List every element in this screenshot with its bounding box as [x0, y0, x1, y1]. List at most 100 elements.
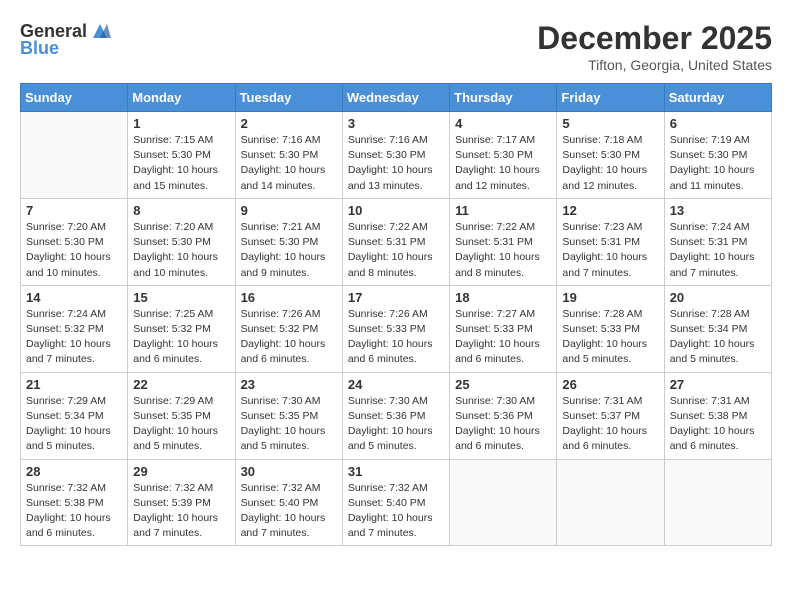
day-info: Sunrise: 7:22 AMSunset: 5:31 PMDaylight:… — [455, 220, 551, 281]
calendar-cell: 26 Sunrise: 7:31 AMSunset: 5:37 PMDayligh… — [557, 372, 664, 459]
day-info: Sunrise: 7:32 AMSunset: 5:40 PMDaylight:… — [348, 481, 444, 542]
day-info: Sunrise: 7:16 AMSunset: 5:30 PMDaylight:… — [348, 133, 444, 194]
logo: General Blue — [20, 20, 111, 59]
day-number: 25 — [455, 377, 551, 392]
day-number: 5 — [562, 116, 658, 131]
day-info: Sunrise: 7:21 AMSunset: 5:30 PMDaylight:… — [241, 220, 337, 281]
calendar-cell: 5 Sunrise: 7:18 AMSunset: 5:30 PMDaylight… — [557, 112, 664, 199]
day-number: 19 — [562, 290, 658, 305]
day-info: Sunrise: 7:30 AMSunset: 5:35 PMDaylight:… — [241, 394, 337, 455]
day-number: 30 — [241, 464, 337, 479]
calendar-cell: 19 Sunrise: 7:28 AMSunset: 5:33 PMDayligh… — [557, 285, 664, 372]
day-number: 3 — [348, 116, 444, 131]
day-info: Sunrise: 7:23 AMSunset: 5:31 PMDaylight:… — [562, 220, 658, 281]
week-row-2: 7 Sunrise: 7:20 AMSunset: 5:30 PMDaylight… — [21, 198, 772, 285]
day-number: 15 — [133, 290, 229, 305]
day-info: Sunrise: 7:16 AMSunset: 5:30 PMDaylight:… — [241, 133, 337, 194]
day-info: Sunrise: 7:17 AMSunset: 5:30 PMDaylight:… — [455, 133, 551, 194]
calendar-cell — [557, 459, 664, 546]
calendar-cell: 3 Sunrise: 7:16 AMSunset: 5:30 PMDaylight… — [342, 112, 449, 199]
week-row-5: 28Sunrise: 7:32 AMSunset: 5:38 PMDayligh… — [21, 459, 772, 546]
week-row-3: 14Sunrise: 7:24 AMSunset: 5:32 PMDayligh… — [21, 285, 772, 372]
day-info: Sunrise: 7:32 AMSunset: 5:40 PMDaylight:… — [241, 481, 337, 542]
day-number: 22 — [133, 377, 229, 392]
calendar-cell: 7 Sunrise: 7:20 AMSunset: 5:30 PMDaylight… — [21, 198, 128, 285]
calendar-cell: 29Sunrise: 7:32 AMSunset: 5:39 PMDayligh… — [128, 459, 235, 546]
day-number: 12 — [562, 203, 658, 218]
logo-icon — [89, 20, 111, 42]
day-info: Sunrise: 7:31 AMSunset: 5:37 PMDaylight:… — [562, 394, 658, 455]
day-info: Sunrise: 7:29 AMSunset: 5:34 PMDaylight:… — [26, 394, 122, 455]
day-number: 7 — [26, 203, 122, 218]
day-info: Sunrise: 7:20 AMSunset: 5:30 PMDaylight:… — [26, 220, 122, 281]
weekday-header-sunday: Sunday — [21, 84, 128, 112]
day-info: Sunrise: 7:30 AMSunset: 5:36 PMDaylight:… — [455, 394, 551, 455]
day-number: 1 — [133, 116, 229, 131]
calendar-cell: 30 Sunrise: 7:32 AMSunset: 5:40 PMDayligh… — [235, 459, 342, 546]
calendar-cell: 11 Sunrise: 7:22 AMSunset: 5:31 PMDayligh… — [450, 198, 557, 285]
week-row-4: 21 Sunrise: 7:29 AMSunset: 5:34 PMDayligh… — [21, 372, 772, 459]
month-title: December 2025 — [537, 20, 772, 57]
day-info: Sunrise: 7:18 AMSunset: 5:30 PMDaylight:… — [562, 133, 658, 194]
calendar-cell: 31 Sunrise: 7:32 AMSunset: 5:40 PMDayligh… — [342, 459, 449, 546]
day-number: 18 — [455, 290, 551, 305]
location: Tifton, Georgia, United States — [537, 57, 772, 73]
day-info: Sunrise: 7:32 AMSunset: 5:38 PMDaylight:… — [26, 481, 122, 542]
day-number: 26 — [562, 377, 658, 392]
day-number: 17 — [348, 290, 444, 305]
title-block: December 2025 Tifton, Georgia, United St… — [537, 20, 772, 73]
calendar-cell: 10Sunrise: 7:22 AMSunset: 5:31 PMDayligh… — [342, 198, 449, 285]
weekday-header-thursday: Thursday — [450, 84, 557, 112]
day-number: 6 — [670, 116, 766, 131]
day-info: Sunrise: 7:19 AMSunset: 5:30 PMDaylight:… — [670, 133, 766, 194]
day-number: 23 — [241, 377, 337, 392]
calendar-cell: 25 Sunrise: 7:30 AMSunset: 5:36 PMDayligh… — [450, 372, 557, 459]
weekday-header-monday: Monday — [128, 84, 235, 112]
day-info: Sunrise: 7:32 AMSunset: 5:39 PMDaylight:… — [133, 481, 229, 542]
day-number: 8 — [133, 203, 229, 218]
calendar-cell: 2Sunrise: 7:16 AMSunset: 5:30 PMDaylight… — [235, 112, 342, 199]
day-info: Sunrise: 7:22 AMSunset: 5:31 PMDaylight:… — [348, 220, 444, 281]
page-header: General Blue December 2025 Tifton, Georg… — [20, 20, 772, 73]
calendar-cell — [21, 112, 128, 199]
day-number: 14 — [26, 290, 122, 305]
calendar-cell: 17 Sunrise: 7:26 AMSunset: 5:33 PMDayligh… — [342, 285, 449, 372]
day-info: Sunrise: 7:29 AMSunset: 5:35 PMDaylight:… — [133, 394, 229, 455]
day-info: Sunrise: 7:27 AMSunset: 5:33 PMDaylight:… — [455, 307, 551, 368]
week-row-1: 1Sunrise: 7:15 AMSunset: 5:30 PMDaylight… — [21, 112, 772, 199]
calendar-cell: 16Sunrise: 7:26 AMSunset: 5:32 PMDayligh… — [235, 285, 342, 372]
day-info: Sunrise: 7:26 AMSunset: 5:32 PMDaylight:… — [241, 307, 337, 368]
weekday-header-saturday: Saturday — [664, 84, 771, 112]
day-info: Sunrise: 7:26 AMSunset: 5:33 PMDaylight:… — [348, 307, 444, 368]
calendar-cell: 8 Sunrise: 7:20 AMSunset: 5:30 PMDaylight… — [128, 198, 235, 285]
weekday-header-row: SundayMondayTuesdayWednesdayThursdayFrid… — [21, 84, 772, 112]
day-info: Sunrise: 7:30 AMSunset: 5:36 PMDaylight:… — [348, 394, 444, 455]
day-info: Sunrise: 7:24 AMSunset: 5:31 PMDaylight:… — [670, 220, 766, 281]
calendar-cell: 18 Sunrise: 7:27 AMSunset: 5:33 PMDayligh… — [450, 285, 557, 372]
weekday-header-wednesday: Wednesday — [342, 84, 449, 112]
calendar-cell: 21 Sunrise: 7:29 AMSunset: 5:34 PMDayligh… — [21, 372, 128, 459]
calendar-cell — [450, 459, 557, 546]
day-number: 9 — [241, 203, 337, 218]
day-number: 11 — [455, 203, 551, 218]
day-info: Sunrise: 7:20 AMSunset: 5:30 PMDaylight:… — [133, 220, 229, 281]
calendar-cell — [664, 459, 771, 546]
calendar-cell: 15Sunrise: 7:25 AMSunset: 5:32 PMDayligh… — [128, 285, 235, 372]
day-number: 31 — [348, 464, 444, 479]
calendar-cell: 12 Sunrise: 7:23 AMSunset: 5:31 PMDayligh… — [557, 198, 664, 285]
calendar: SundayMondayTuesdayWednesdayThursdayFrid… — [20, 83, 772, 546]
calendar-cell: 27 Sunrise: 7:31 AMSunset: 5:38 PMDayligh… — [664, 372, 771, 459]
day-info: Sunrise: 7:28 AMSunset: 5:34 PMDaylight:… — [670, 307, 766, 368]
day-info: Sunrise: 7:28 AMSunset: 5:33 PMDaylight:… — [562, 307, 658, 368]
calendar-cell: 28Sunrise: 7:32 AMSunset: 5:38 PMDayligh… — [21, 459, 128, 546]
day-info: Sunrise: 7:31 AMSunset: 5:38 PMDaylight:… — [670, 394, 766, 455]
day-number: 4 — [455, 116, 551, 131]
calendar-cell: 1Sunrise: 7:15 AMSunset: 5:30 PMDaylight… — [128, 112, 235, 199]
calendar-cell: 13 Sunrise: 7:24 AMSunset: 5:31 PMDayligh… — [664, 198, 771, 285]
calendar-cell: 6 Sunrise: 7:19 AMSunset: 5:30 PMDaylight… — [664, 112, 771, 199]
calendar-cell: 9 Sunrise: 7:21 AMSunset: 5:30 PMDaylight… — [235, 198, 342, 285]
day-number: 27 — [670, 377, 766, 392]
day-number: 21 — [26, 377, 122, 392]
day-number: 13 — [670, 203, 766, 218]
weekday-header-tuesday: Tuesday — [235, 84, 342, 112]
